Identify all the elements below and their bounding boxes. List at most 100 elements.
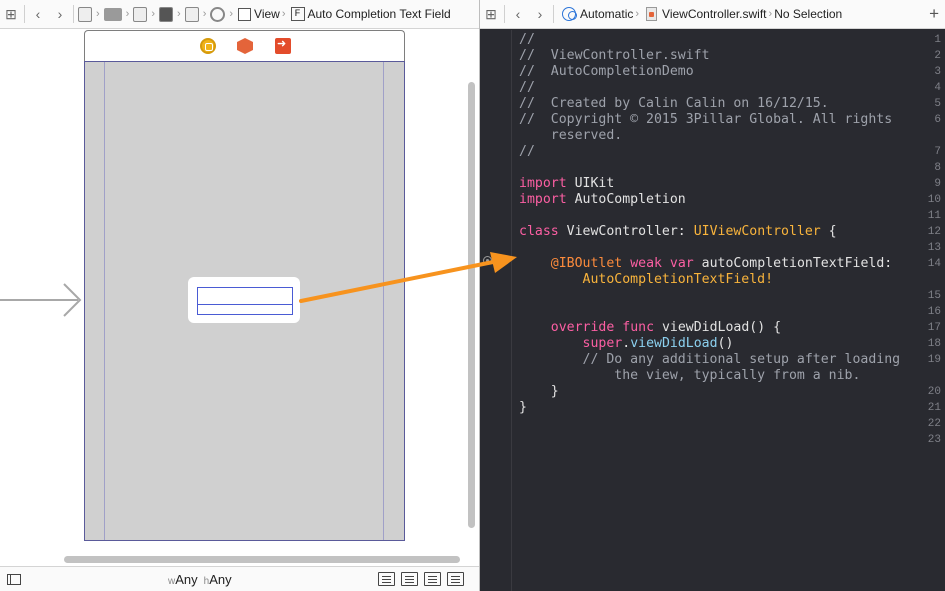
chevron-right-icon: › [768, 8, 773, 20]
line-number: 14 [927, 258, 941, 270]
code-token: reserved. [519, 128, 623, 143]
view-icon [238, 7, 252, 21]
chevron-right-icon: › [151, 8, 156, 20]
chevron-right-icon: › [96, 8, 100, 20]
code-line[interactable]: class ViewController: UIViewController { [519, 224, 837, 240]
forward-chevron-icon[interactable]: › [49, 3, 71, 25]
auto-completion-text-field[interactable] [197, 287, 293, 315]
ib-bottom-bar: wAny hAny [0, 566, 479, 591]
stack-icon[interactable] [378, 572, 395, 586]
code-line[interactable]: // [519, 80, 535, 96]
folder-icon[interactable] [103, 7, 122, 21]
size-class-control[interactable]: wAny hAny [168, 572, 232, 587]
code-token: weak [630, 256, 662, 271]
code-token: import [519, 176, 567, 191]
outlet-connection-icon[interactable] [483, 256, 492, 265]
code-line[interactable]: // [519, 144, 535, 160]
editor-jump-bar: ⊞ ‹ › Automatic › ViewController.swift ›… [480, 0, 945, 29]
vertical-scrollbar[interactable] [468, 82, 475, 528]
code-line[interactable]: } [519, 400, 527, 416]
line-number: 8 [934, 162, 941, 174]
code-token: // [519, 144, 535, 159]
assistant-icon [562, 7, 577, 21]
chevron-right-icon: › [635, 8, 640, 20]
related-items-icon[interactable]: ⊞ [0, 3, 22, 25]
layout-tools [378, 572, 464, 586]
code-line[interactable]: // Created by Calin Calin on 16/12/15. [519, 96, 829, 112]
view-controller-icon[interactable] [200, 38, 216, 54]
code-line[interactable]: AutoCompletionTextField! [519, 272, 774, 288]
line-number: 5 [934, 98, 941, 110]
breadcrumb-selection[interactable]: No Selection [774, 7, 842, 21]
code-line[interactable]: reserved. [519, 128, 622, 144]
code-line[interactable]: // ViewController.swift [519, 48, 710, 64]
code-line[interactable]: } [519, 384, 559, 400]
code-token: @IBOutlet [550, 256, 623, 271]
code-line[interactable]: import AutoCompletion [519, 192, 686, 208]
first-responder-icon[interactable] [237, 38, 253, 54]
line-number: 18 [927, 338, 941, 350]
related-items-icon[interactable]: ⊞ [480, 3, 502, 25]
storyboard-canvas[interactable] [0, 30, 479, 565]
code-line[interactable]: override func viewDidLoad() { [519, 320, 781, 336]
storyboard-icon[interactable] [159, 6, 174, 22]
pin-icon[interactable] [424, 572, 441, 586]
back-chevron-icon[interactable]: ‹ [27, 3, 49, 25]
code-line[interactable]: // [519, 32, 535, 48]
code-line[interactable]: // Do any additional setup after loading [519, 352, 901, 368]
resolve-issues-icon[interactable] [447, 572, 464, 586]
chevron-right-icon: › [229, 8, 234, 20]
divider [24, 5, 25, 23]
code-line[interactable]: super.viewDidLoad() [519, 336, 734, 352]
code-token: viewDidLoad() { [654, 320, 782, 335]
line-number: 13 [927, 242, 941, 254]
breadcrumb-view[interactable]: View [254, 7, 280, 21]
divider [73, 5, 74, 23]
code-line[interactable]: import UIKit [519, 176, 614, 192]
line-number: 7 [934, 146, 941, 158]
code-line[interactable]: // Copyright © 2015 3Pillar Global. All … [519, 112, 892, 128]
divider [553, 5, 554, 23]
align-icon[interactable] [401, 572, 418, 586]
code-token: // Copyright © 2015 3Pillar Global. All … [519, 112, 893, 127]
line-number: 16 [927, 306, 941, 318]
horizontal-scrollbar[interactable] [64, 556, 460, 563]
code-token: { [820, 224, 837, 239]
breadcrumb-text-field[interactable]: Auto Completion Text Field [308, 7, 451, 21]
document-outline-toggle-icon[interactable] [7, 574, 21, 585]
storyboard-file-icon[interactable] [133, 6, 148, 22]
view-controller-icon[interactable] [210, 6, 226, 22]
line-number: 22 [927, 418, 941, 430]
code-token: } [519, 384, 559, 399]
line-number: 12 [927, 226, 941, 238]
chevron-right-icon: › [281, 8, 286, 20]
scene-icon[interactable] [184, 6, 199, 22]
chevron-right-icon: › [202, 8, 207, 20]
margin-guide-left [104, 62, 105, 540]
code-token: the view, typically from a nib. [519, 368, 861, 383]
code-token: // Do any additional setup after loading [519, 352, 901, 367]
chevron-right-icon: › [125, 8, 130, 20]
project-file-icon[interactable] [78, 6, 92, 22]
code-token: ViewController: [558, 224, 694, 239]
code-token: func [622, 320, 655, 335]
exit-icon[interactable] [275, 37, 291, 54]
code-line[interactable]: the view, typically from a nib. [519, 368, 860, 384]
breadcrumb-file[interactable]: ViewController.swift [662, 7, 766, 21]
text-field-icon: F [290, 7, 305, 21]
code-line[interactable]: // AutoCompletionDemo [519, 64, 694, 80]
width-class: Any [175, 572, 198, 587]
forward-chevron-icon[interactable]: › [529, 3, 551, 25]
divider [504, 5, 505, 23]
line-number: 6 [934, 114, 941, 126]
code-token: var [669, 256, 694, 271]
add-editor-icon[interactable]: + [929, 4, 939, 24]
code-line[interactable]: @IBOutlet weak var autoCompletionTextFie… [519, 256, 892, 272]
assistant-mode[interactable]: Automatic [580, 7, 633, 21]
code-token: UIViewController [693, 224, 821, 239]
code-token: () [717, 336, 734, 351]
back-chevron-icon[interactable]: ‹ [507, 3, 529, 25]
initial-scene-arrow-icon [0, 283, 82, 317]
line-number: 19 [927, 354, 941, 366]
